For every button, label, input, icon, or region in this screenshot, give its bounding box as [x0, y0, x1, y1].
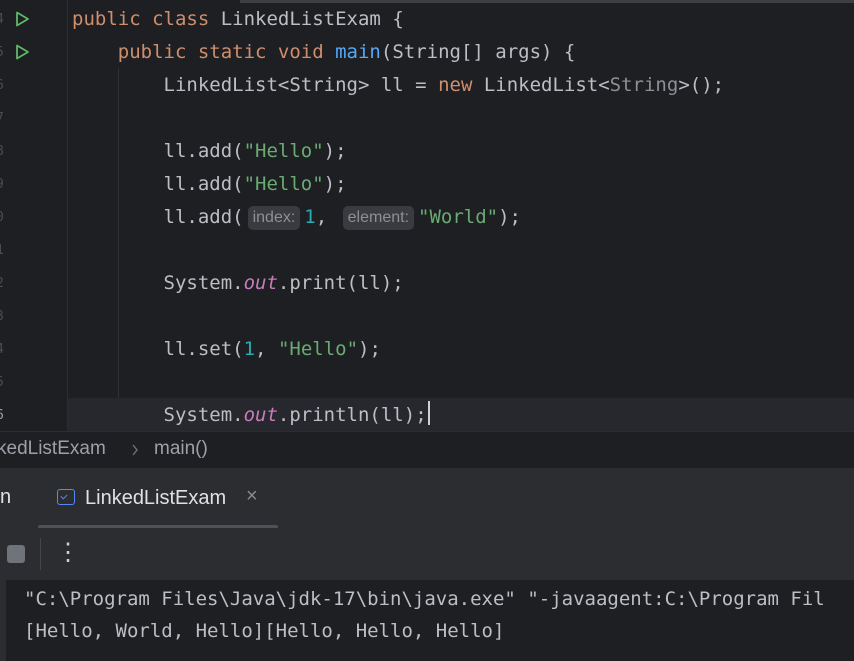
code-line[interactable]: ll.set(1, "Hello");	[72, 333, 381, 366]
breadcrumb: kedListExam main()	[0, 431, 854, 468]
code-line[interactable]: ll.add("Hello");	[72, 135, 347, 168]
code-line[interactable]: public static void main(String[] args) {	[72, 36, 576, 69]
code-token: ,	[255, 338, 278, 360]
code-token: System.	[163, 272, 244, 294]
string-token: "World"	[418, 206, 499, 228]
line-number: 5	[0, 366, 8, 399]
code-token: ll.add(	[163, 206, 244, 228]
code-token: );	[323, 140, 347, 162]
run-config-icon	[57, 489, 75, 505]
code-line[interactable]: ll.add("Hello");	[72, 168, 347, 201]
run-gutter-icon[interactable]	[14, 44, 30, 60]
class-name-token: LinkedListExam	[220, 8, 381, 30]
code-token: ll.add(	[163, 173, 244, 195]
breadcrumb-method[interactable]: main()	[154, 438, 208, 460]
console-gutter	[0, 580, 6, 661]
code-token: (String[] args) {	[380, 41, 576, 63]
console-output[interactable]: "C:\Program Files\Java\jdk-17\bin\java.e…	[0, 580, 854, 661]
line-number: 6	[0, 399, 8, 431]
string-token: "Hello"	[277, 338, 359, 360]
code-token: ll.add(	[163, 140, 244, 162]
code-token: );	[498, 206, 521, 228]
code-token: );	[323, 173, 347, 195]
keyword-token: public static void	[117, 41, 336, 63]
code-token: LinkedList<	[472, 74, 610, 96]
code-line[interactable]: ll.add(index: 1, element: "World");	[72, 201, 521, 234]
method-name-token: main	[335, 41, 381, 63]
editor-gutter[interactable]: 4 5 6 7 8 9 0 1 2 3 4 5 6	[0, 0, 68, 431]
keyword-token: public class	[72, 8, 221, 30]
code-token: System.	[163, 404, 244, 426]
parameter-hint-index: index:	[247, 206, 301, 230]
number-token: 1	[243, 338, 256, 360]
string-token: "Hello"	[243, 140, 324, 162]
chevron-right-icon	[132, 444, 138, 456]
code-line[interactable]: System.out.println(ll);	[72, 399, 430, 431]
run-gutter-icon[interactable]	[14, 11, 30, 27]
parameter-hint-element: element:	[342, 206, 415, 230]
code-editor[interactable]: 4 5 6 7 8 9 0 1 2 3 4 5 6 public class L…	[0, 0, 854, 431]
keyword-token: new	[438, 74, 473, 96]
line-number: 3	[0, 300, 8, 333]
tool-window-title: n	[0, 486, 12, 508]
text-caret	[427, 401, 430, 425]
code-line[interactable]: public class LinkedListExam {	[72, 3, 404, 36]
line-number: 4	[0, 3, 8, 36]
console-line: "C:\Program Files\Java\jdk-17\bin\java.e…	[24, 588, 825, 610]
line-number: 1	[0, 234, 8, 267]
static-field-token: out	[243, 404, 278, 426]
code-line[interactable]: LinkedList<String> ll = new LinkedList<S…	[72, 69, 725, 102]
code-token: .println(ll);	[277, 404, 427, 426]
line-number: 9	[0, 168, 8, 201]
stop-icon[interactable]	[7, 545, 25, 563]
code-token: {	[380, 8, 404, 30]
toolbar-separator	[40, 538, 41, 570]
line-number: 6	[0, 69, 8, 102]
tab-label: LinkedListExam	[85, 487, 227, 509]
line-number: 7	[0, 102, 8, 135]
line-number: 0	[0, 201, 8, 234]
more-vertical-icon[interactable]: ⋮	[56, 536, 80, 572]
close-icon[interactable]: ×	[246, 485, 258, 508]
run-toolbar: ⋮	[0, 528, 854, 580]
console-line: [Hello, World, Hello][Hello, Hello, Hell…	[24, 620, 505, 642]
code-token: .print(ll);	[277, 272, 404, 294]
code-token: ll.set(	[163, 338, 244, 360]
line-number: 4	[0, 333, 8, 366]
code-line[interactable]: System.out.print(ll);	[72, 267, 404, 300]
static-field-token: out	[243, 272, 278, 294]
line-number: 8	[0, 135, 8, 168]
run-tool-window-header: n LinkedListExam ×	[0, 467, 854, 529]
line-number: 2	[0, 267, 8, 300]
redundant-type-token: String	[609, 74, 679, 96]
code-token: LinkedList<String> ll =	[163, 74, 439, 96]
code-token: ,	[315, 206, 328, 228]
line-number: 5	[0, 36, 8, 69]
number-token: 1	[304, 206, 316, 228]
string-token: "Hello"	[243, 173, 324, 195]
code-token: );	[358, 338, 381, 360]
gutter-divider	[67, 0, 68, 431]
breadcrumb-class[interactable]: kedListExam	[0, 438, 106, 460]
tab-run-configuration[interactable]: LinkedListExam ×	[38, 468, 278, 529]
code-token: >();	[678, 74, 725, 96]
